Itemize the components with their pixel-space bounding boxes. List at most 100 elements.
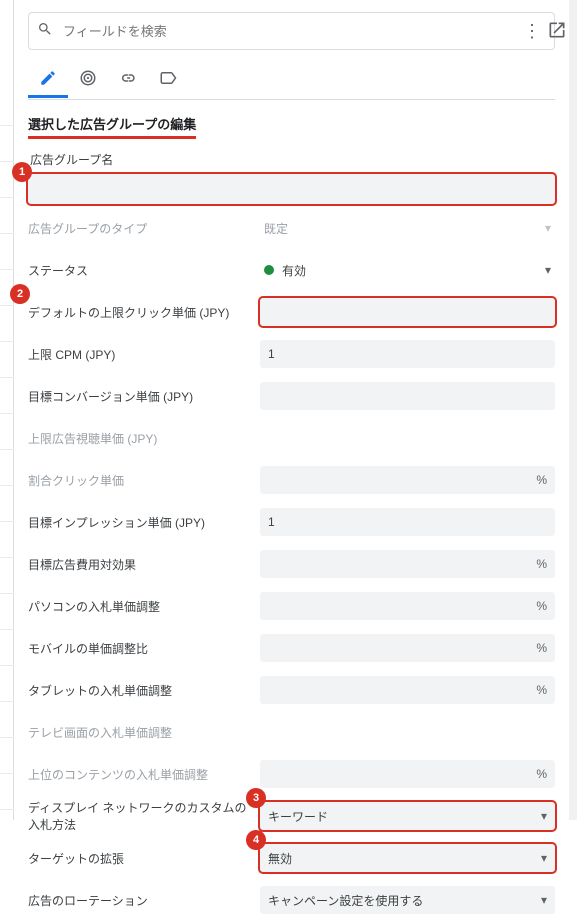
- chevron-down-icon: ▾: [545, 221, 551, 235]
- tab-edit[interactable]: [28, 62, 68, 98]
- select-status[interactable]: 有効 ▾: [260, 256, 555, 284]
- search-bar: ⋮: [28, 12, 555, 50]
- row-default-max-cpc: デフォルトの上限クリック単価 (JPY): [28, 294, 555, 330]
- row-target-roas: 目標広告費用対効果 %: [28, 546, 555, 582]
- row-status: 2 ステータス 有効 ▾: [28, 252, 555, 288]
- label-target-cpm: 目標インプレッション単価 (JPY): [28, 514, 260, 531]
- select-targeting-expansion[interactable]: 無効 ▾: [260, 844, 555, 872]
- label-default-max-cpc: デフォルトの上限クリック単価 (JPY): [28, 304, 260, 321]
- control-percent-cpc: %: [260, 466, 555, 494]
- row-max-cpv: 上限広告視聴単価 (JPY): [28, 420, 555, 456]
- label-tablet-bid-adj: タブレットの入札単価調整: [28, 682, 260, 699]
- row-tablet-bid-adj: タブレットの入札単価調整 %: [28, 672, 555, 708]
- row-targeting-expansion: ターゲットの拡張 4 無効 ▾: [28, 840, 555, 876]
- control-targeting-expansion: 4 無効 ▾: [260, 844, 555, 872]
- input-target-cpa[interactable]: [260, 382, 555, 410]
- select-display-custom-bid[interactable]: キーワード ▾: [260, 802, 555, 830]
- row-max-cpm: 上限 CPM (JPY): [28, 336, 555, 372]
- left-table-stub: [0, 0, 14, 820]
- row-ad-group-type: 広告グループのタイプ 既定 ▾: [28, 210, 555, 246]
- tab-label[interactable]: [148, 62, 188, 98]
- control-default-max-cpc: [260, 298, 555, 326]
- link-icon: [119, 69, 137, 87]
- label-ad-rotation: 広告のローテーション: [28, 892, 260, 909]
- label-top-content-bid-adj: 上位のコンテンツの入札単価調整: [28, 766, 260, 783]
- input-max-cpm[interactable]: [260, 340, 555, 368]
- search-icon: [37, 21, 53, 41]
- row-ad-rotation: 広告のローテーション キャンペーン設定を使用する ▾: [28, 882, 555, 918]
- label-display-custom-bid: ディスプレイ ネットワークのカスタムの入札方法: [28, 799, 260, 833]
- chevron-down-icon: ▾: [541, 893, 547, 907]
- annotation-badge-1: 1: [12, 162, 32, 182]
- status-dot-icon: [264, 265, 274, 275]
- row-tv-bid-adj: テレビ画面の入札単価調整: [28, 714, 555, 750]
- select-ad-rotation[interactable]: キャンペーン設定を使用する ▾: [260, 886, 555, 914]
- section-title: 選択した広告グループの編集: [28, 114, 196, 139]
- row-target-cpa: 目標コンバージョン単価 (JPY): [28, 378, 555, 414]
- input-default-max-cpc[interactable]: [260, 298, 555, 326]
- select-ad-group-type: 既定 ▾: [260, 214, 555, 242]
- value-targeting-expansion: 無効: [268, 850, 292, 867]
- row-top-content-bid-adj: 上位のコンテンツの入札単価調整 %: [28, 756, 555, 792]
- row-target-cpm: 目標インプレッション単価 (JPY): [28, 504, 555, 540]
- input-ad-group-name[interactable]: [28, 174, 555, 204]
- control-mobile-bid-adj: %: [260, 634, 555, 662]
- edit-panel: ⋮ 選択した広告グループの編集 広告グループ名 1 広告グループのタ: [14, 0, 569, 820]
- label-max-cpm: 上限 CPM (JPY): [28, 346, 260, 363]
- control-tablet-bid-adj: %: [260, 676, 555, 704]
- target-icon: [79, 69, 97, 87]
- tab-link[interactable]: [108, 62, 148, 98]
- control-target-cpa: [260, 382, 555, 410]
- input-tablet-bid-adj[interactable]: [260, 676, 555, 704]
- label-mobile-bid-adj: モバイルの単価調整比: [28, 640, 260, 657]
- chevron-down-icon: ▾: [541, 809, 547, 823]
- tab-bar: [28, 60, 555, 100]
- input-wrap-ad-group-name: 1: [28, 174, 555, 204]
- control-ad-group-type: 既定 ▾: [260, 214, 555, 242]
- scrollbar-track[interactable]: [569, 0, 577, 820]
- label-status: ステータス: [28, 262, 260, 279]
- input-percent-cpc: [260, 466, 555, 494]
- input-top-content-bid-adj: [260, 760, 555, 788]
- search-input[interactable]: [63, 24, 517, 39]
- label-target-cpa: 目標コンバージョン単価 (JPY): [28, 388, 260, 405]
- input-mobile-bid-adj[interactable]: [260, 634, 555, 662]
- input-desktop-bid-adj[interactable]: [260, 592, 555, 620]
- form-area: 広告グループ名 1 広告グループのタイプ 既定 ▾ 2 ステータス: [28, 151, 555, 918]
- row-mobile-bid-adj: モバイルの単価調整比 %: [28, 630, 555, 666]
- value-ad-rotation: キャンペーン設定を使用する: [268, 892, 423, 909]
- label-max-cpv: 上限広告視聴単価 (JPY): [28, 430, 260, 447]
- annotation-badge-4: 4: [246, 830, 266, 850]
- row-desktop-bid-adj: パソコンの入札単価調整 %: [28, 588, 555, 624]
- control-status: 有効 ▾: [260, 256, 555, 284]
- input-target-roas[interactable]: [260, 550, 555, 578]
- control-target-cpm: [260, 508, 555, 536]
- open-external-icon[interactable]: [547, 20, 567, 45]
- control-top-content-bid-adj: %: [260, 760, 555, 788]
- pencil-icon: [39, 69, 57, 87]
- label-targeting-expansion: ターゲットの拡張: [28, 850, 260, 867]
- value-status: 有効: [282, 262, 306, 279]
- control-target-roas: %: [260, 550, 555, 578]
- tab-target[interactable]: [68, 62, 108, 98]
- annotation-badge-2: 2: [10, 284, 30, 304]
- annotation-badge-3: 3: [246, 788, 266, 808]
- more-menu-icon[interactable]: ⋮: [517, 21, 546, 42]
- label-tv-bid-adj: テレビ画面の入札単価調整: [28, 724, 260, 741]
- label-ad-group-name: 広告グループ名: [30, 151, 555, 168]
- chevron-down-icon: ▾: [541, 851, 547, 865]
- value-display-custom-bid: キーワード: [268, 808, 328, 825]
- input-target-cpm[interactable]: [260, 508, 555, 536]
- label-percent-cpc: 割合クリック単価: [28, 472, 260, 489]
- control-ad-rotation: キャンペーン設定を使用する ▾: [260, 886, 555, 914]
- control-desktop-bid-adj: %: [260, 592, 555, 620]
- control-max-cpm: [260, 340, 555, 368]
- field-ad-group-name: 広告グループ名 1: [28, 151, 555, 204]
- row-display-custom-bid: ディスプレイ ネットワークのカスタムの入札方法 3 キーワード ▾: [28, 798, 555, 834]
- label-target-roas: 目標広告費用対効果: [28, 556, 260, 573]
- label-ad-group-type: 広告グループのタイプ: [28, 220, 260, 237]
- row-percent-cpc: 割合クリック単価 %: [28, 462, 555, 498]
- control-display-custom-bid: 3 キーワード ▾: [260, 802, 555, 830]
- label-desktop-bid-adj: パソコンの入札単価調整: [28, 598, 260, 615]
- chevron-down-icon: ▾: [545, 263, 551, 277]
